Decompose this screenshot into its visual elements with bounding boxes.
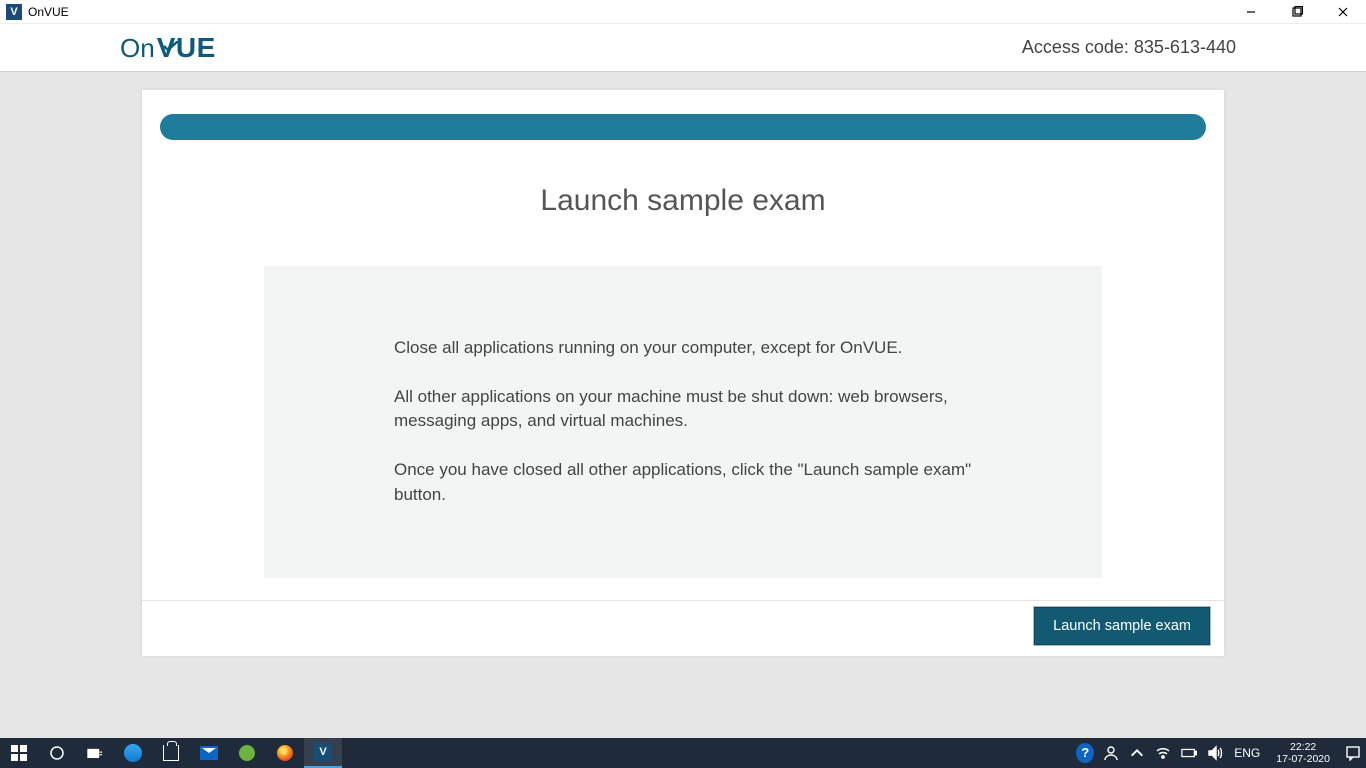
app-header: On VUE Access code: 835-613-440	[0, 24, 1366, 72]
close-button[interactable]	[1320, 0, 1366, 24]
instruction-line-3: Once you have closed all other applicati…	[394, 458, 972, 507]
cortana-search-icon[interactable]	[38, 738, 76, 768]
taskbar: V ? ENG 22:22 17-07-2020	[0, 738, 1366, 768]
window-controls	[1228, 0, 1366, 24]
access-code: Access code: 835-613-440	[1022, 37, 1236, 58]
logo-check-icon	[163, 26, 179, 36]
instruction-line-1: Close all applications running on your c…	[394, 336, 972, 361]
taskbar-left: V	[0, 738, 342, 768]
maximize-button[interactable]	[1274, 0, 1320, 24]
onvue-logo: On VUE	[120, 32, 216, 64]
firefox-icon[interactable]	[266, 738, 304, 768]
wifi-icon[interactable]	[1154, 745, 1172, 761]
mail-icon[interactable]	[190, 738, 228, 768]
minimize-button[interactable]	[1228, 0, 1274, 24]
page-title: Launch sample exam	[142, 184, 1224, 218]
edge-browser-icon[interactable]	[114, 738, 152, 768]
logo-on: On	[120, 33, 155, 64]
taskbar-tray: ? ENG 22:22 17-07-2020	[1076, 738, 1366, 768]
launch-sample-exam-button[interactable]: Launch sample exam	[1034, 607, 1210, 645]
window-title: OnVUE	[28, 5, 69, 19]
help-icon[interactable]: ?	[1076, 743, 1094, 763]
access-code-label: Access code:	[1022, 37, 1134, 57]
footer-divider	[142, 600, 1224, 601]
progress-bar	[160, 114, 1206, 140]
clock[interactable]: 22:22 17-07-2020	[1270, 741, 1336, 765]
task-view-icon[interactable]	[76, 738, 114, 768]
instruction-panel: Close all applications running on your c…	[264, 266, 1102, 578]
instruction-line-2: All other applications on your machine m…	[394, 385, 972, 434]
main-area: Launch sample exam Close all application…	[0, 72, 1366, 738]
language-indicator[interactable]: ENG	[1232, 746, 1262, 760]
store-icon[interactable]	[152, 738, 190, 768]
spring-icon[interactable]	[228, 738, 266, 768]
people-icon[interactable]	[1102, 745, 1120, 761]
clock-time: 22:22	[1290, 741, 1316, 753]
onvue-task-icon[interactable]: V	[304, 738, 342, 768]
volume-icon[interactable]	[1206, 745, 1224, 761]
clock-date: 17-07-2020	[1276, 753, 1330, 765]
logo-vue: VUE	[157, 32, 216, 64]
battery-icon[interactable]	[1180, 745, 1198, 761]
content-card: Launch sample exam Close all application…	[142, 90, 1224, 656]
app-icon: V	[6, 4, 22, 20]
tray-chevron-up-icon[interactable]	[1128, 745, 1146, 761]
action-center-icon[interactable]	[1344, 745, 1362, 761]
access-code-value: 835-613-440	[1134, 37, 1236, 57]
window-titlebar: V OnVUE	[0, 0, 1366, 24]
start-button[interactable]	[0, 738, 38, 768]
